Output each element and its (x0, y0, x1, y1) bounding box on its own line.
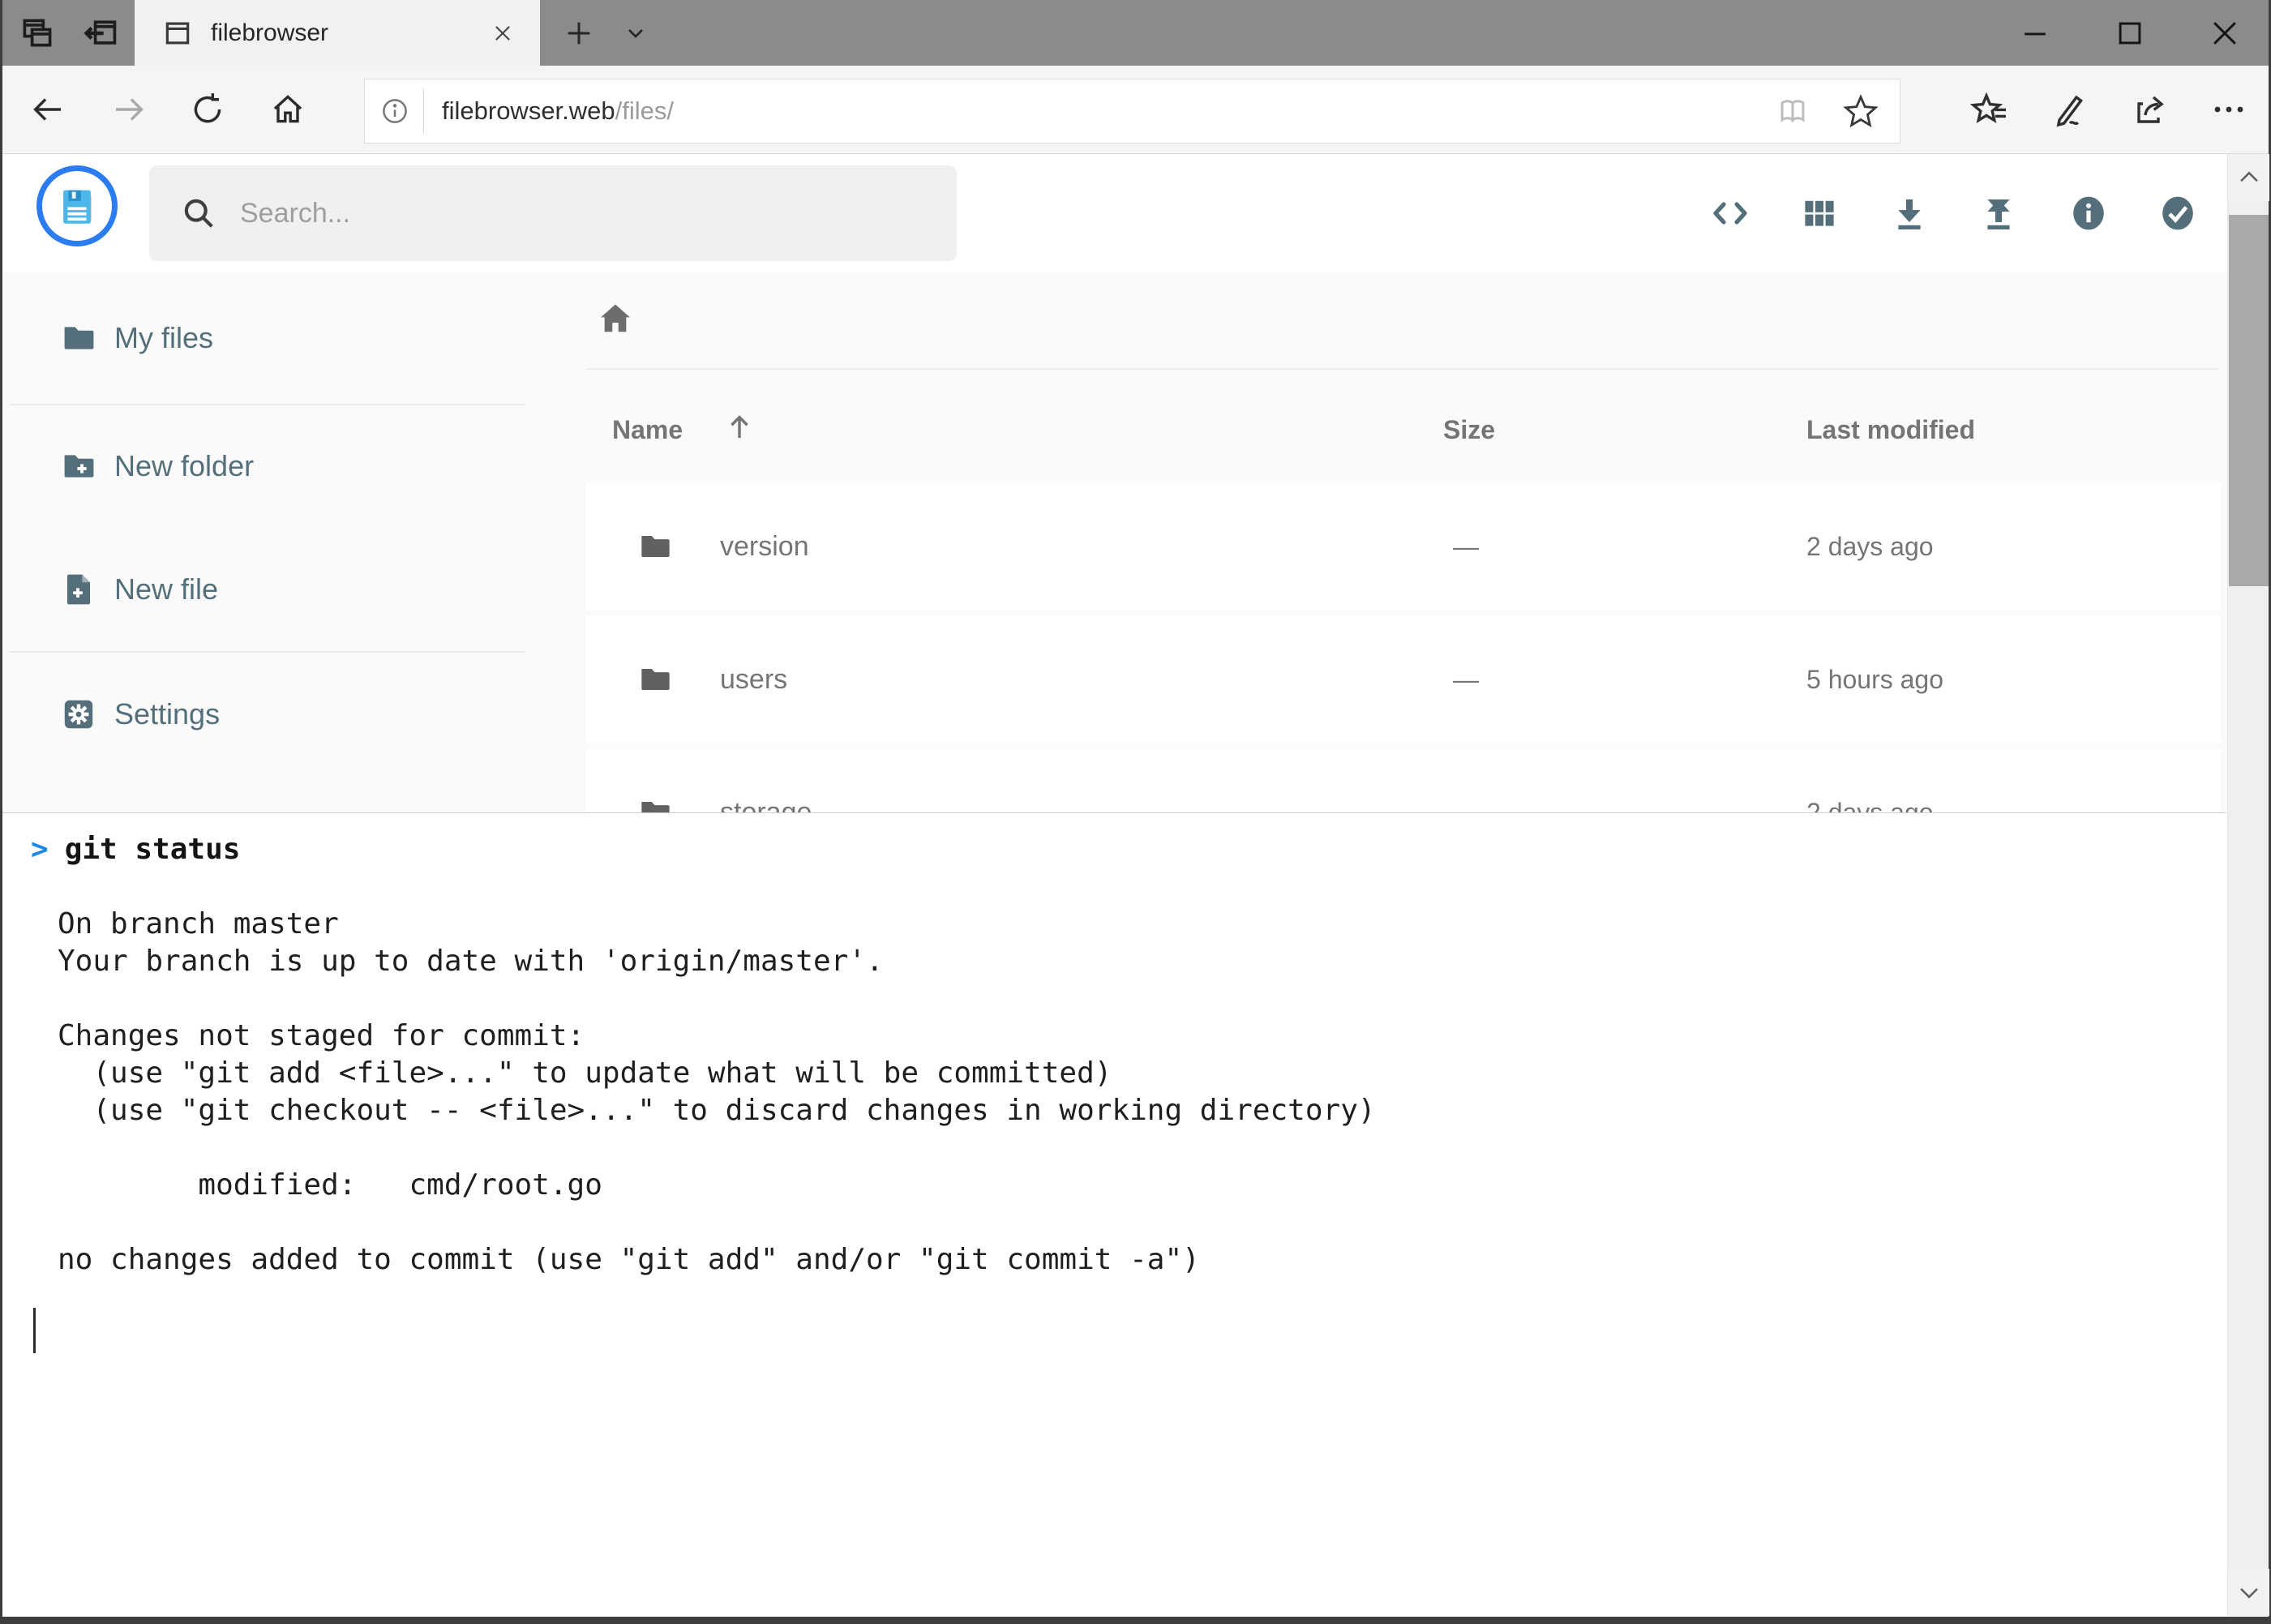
browser-toolbar: filebrowser.web/files/ (2, 66, 2269, 154)
folder-icon (636, 661, 674, 698)
filebrowser-logo[interactable] (36, 165, 118, 246)
web-notes-pen-icon[interactable] (2038, 66, 2100, 153)
scrollbar-thumb[interactable] (2229, 215, 2269, 586)
refresh-button[interactable] (177, 66, 238, 153)
breadcrumb-home-icon[interactable] (595, 298, 636, 339)
file-size: — (1453, 482, 1479, 611)
terminal-cursor[interactable] (33, 1308, 36, 1353)
address-bar[interactable]: filebrowser.web/files/ (364, 79, 1900, 144)
share-icon[interactable] (2119, 66, 2180, 153)
favorites-hub-icon[interactable] (1959, 66, 2020, 153)
sidebar-item-label: Settings (114, 697, 220, 731)
tabs-menu-chevron-icon[interactable] (615, 0, 657, 66)
file-modified: 5 hours ago (1806, 615, 1943, 743)
sidebar-item-label: New folder (114, 449, 254, 483)
site-info-icon[interactable] (379, 96, 410, 126)
search-icon (180, 195, 217, 232)
info-circle-icon[interactable] (2069, 194, 2108, 233)
file-name: version (720, 482, 809, 611)
file-row-users[interactable]: users — 5 hours ago (586, 615, 2221, 743)
urlbar-divider (423, 88, 424, 134)
forward-button[interactable] (98, 66, 160, 153)
browser-window: filebrowser (0, 0, 2271, 1624)
sidebar-item-label: New file (114, 572, 218, 606)
maximize-button[interactable] (2088, 0, 2172, 66)
terminal-output: On branch master Your branch is up to da… (2, 868, 2226, 1279)
add-favorite-star-icon[interactable] (1842, 92, 1879, 130)
titlebar: filebrowser (0, 0, 2271, 66)
gear-icon (59, 695, 98, 734)
search-input[interactable] (238, 197, 903, 230)
column-header-name[interactable]: Name (612, 415, 683, 445)
sidebar-divider (9, 651, 525, 653)
sidebar-item-settings[interactable]: Settings (2, 670, 525, 759)
reading-view-icon[interactable] (1776, 94, 1810, 128)
search-box[interactable] (149, 165, 957, 261)
folder-icon (636, 528, 674, 565)
url-path: /files/ (615, 96, 674, 125)
terminal-prompt-line: > git status (2, 813, 2226, 868)
home-button[interactable] (257, 66, 319, 153)
app-header (2, 154, 2226, 272)
sidebar-item-my-files[interactable]: My files (2, 294, 525, 383)
scroll-down-button[interactable] (2228, 1569, 2269, 1616)
browser-tab[interactable]: filebrowser (135, 0, 540, 66)
terminal-panel[interactable]: > git status On branch master Your branc… (2, 812, 2226, 1616)
select-check-icon[interactable] (2158, 194, 2197, 233)
code-view-icon[interactable] (1711, 194, 1750, 233)
file-plus-icon (59, 570, 98, 609)
header-actions (1711, 154, 2197, 272)
file-row-version[interactable]: version — 2 days ago (586, 482, 2221, 611)
tab-title: filebrowser (211, 19, 491, 47)
sidebar-item-new-file[interactable]: New file (2, 545, 525, 634)
url-host: filebrowser.web (442, 96, 615, 125)
back-button[interactable] (17, 66, 79, 153)
file-size: — (1453, 615, 1479, 743)
window-close-button[interactable] (2183, 0, 2267, 66)
scroll-up-button[interactable] (2228, 154, 2269, 201)
sidebar-item-label: My files (114, 321, 213, 355)
tab-preview-icon[interactable] (15, 0, 60, 66)
folder-plus-icon (59, 447, 98, 486)
sort-ascending-icon[interactable] (722, 409, 756, 443)
breadcrumb-divider (586, 368, 2219, 370)
new-tab-button[interactable] (558, 0, 600, 66)
url-text: filebrowser.web/files/ (442, 96, 674, 126)
sidebar-item-new-folder[interactable]: New folder (2, 422, 525, 511)
set-tabs-aside-icon[interactable] (78, 0, 123, 66)
column-header-size[interactable]: Size (1443, 415, 1495, 445)
file-modified: 2 days ago (1806, 482, 1934, 611)
minimize-button[interactable] (1993, 0, 2077, 66)
upload-icon[interactable] (1979, 194, 2018, 233)
prompt-chevron-icon: > (31, 831, 49, 868)
column-header-modified[interactable]: Last modified (1806, 415, 1975, 445)
grid-view-icon[interactable] (1800, 194, 1839, 233)
file-name: users (720, 615, 787, 743)
tab-page-icon (162, 18, 193, 49)
page-scrollbar[interactable] (2227, 154, 2269, 1616)
window-border-bottom (0, 1617, 2271, 1624)
tab-close-icon[interactable] (491, 22, 514, 45)
terminal-command: git status (65, 831, 241, 868)
download-icon[interactable] (1890, 194, 1929, 233)
sidebar-divider (9, 404, 525, 405)
folder-icon (59, 319, 98, 358)
settings-more-icon[interactable] (2198, 66, 2260, 153)
